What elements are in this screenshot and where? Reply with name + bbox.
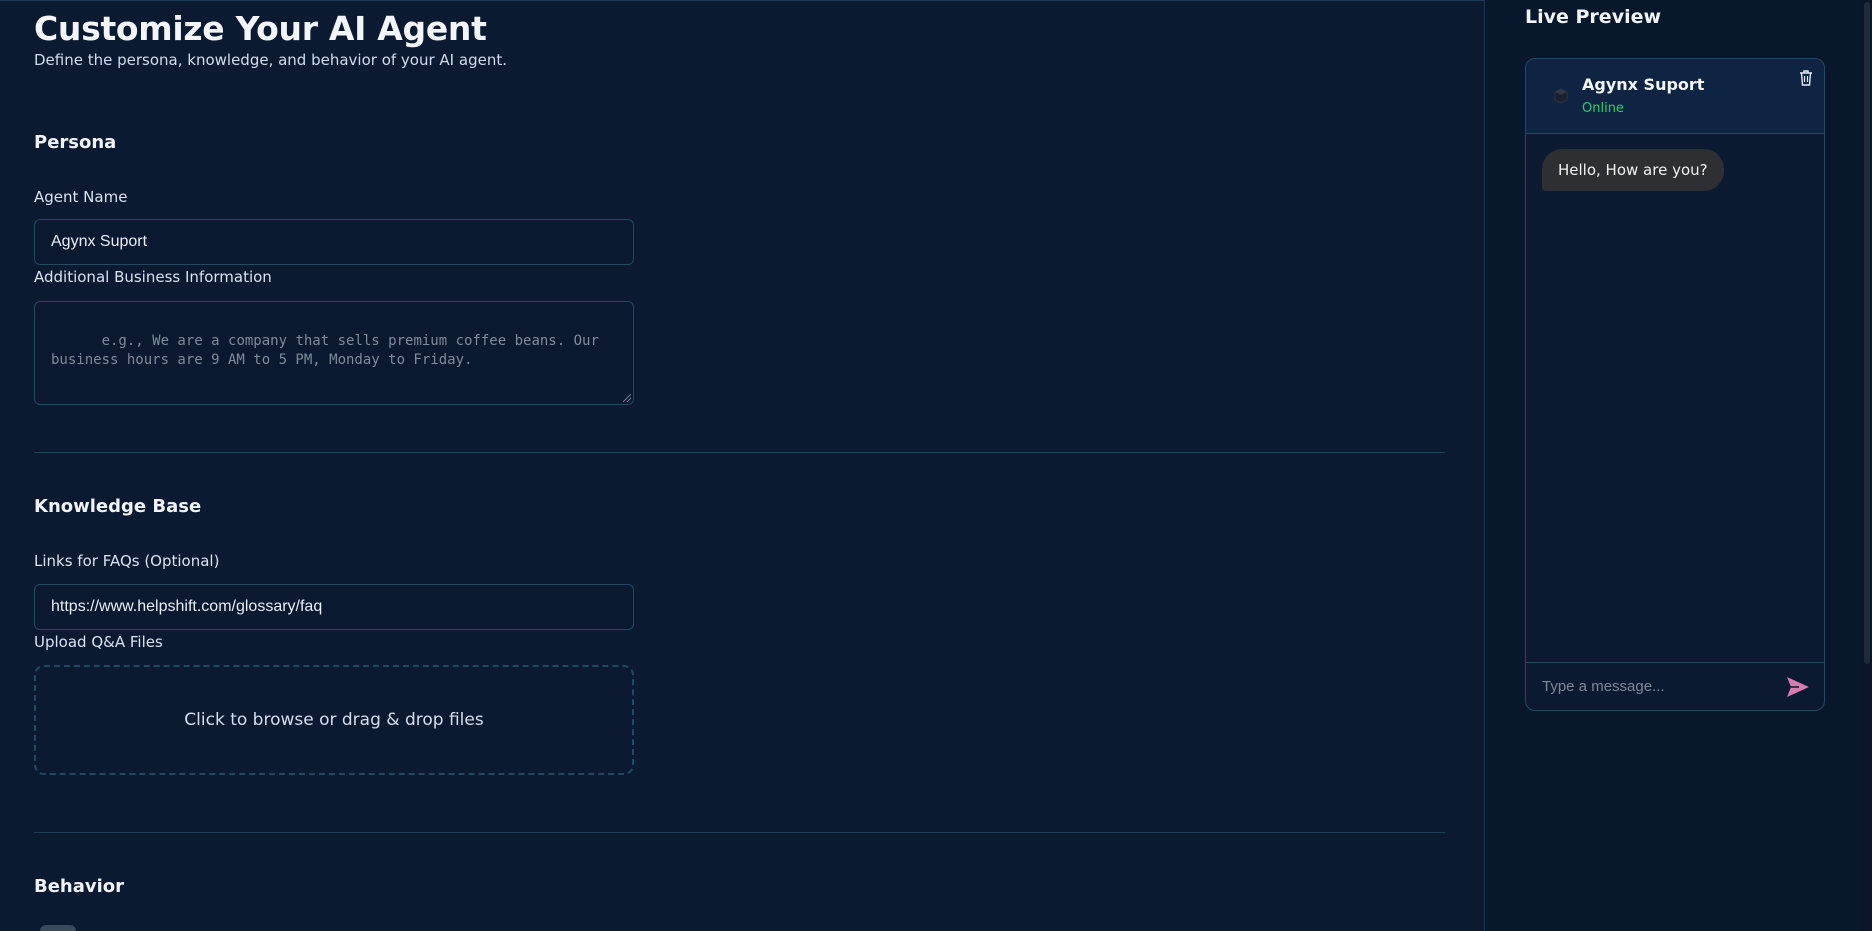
agent-name-input[interactable]: Agynx Suport xyxy=(34,219,634,265)
upload-label: Upload Q&A Files xyxy=(34,633,163,651)
dropzone-text: Click to browse or drag & drop files xyxy=(184,710,484,730)
business-info-label: Additional Business Information xyxy=(34,268,272,286)
agent-name-value: Agynx Suport xyxy=(51,233,148,250)
agent-name-label: Agent Name xyxy=(34,188,128,206)
preview-panel: Live Preview Agynx Suport Online Hello, … xyxy=(1485,0,1872,931)
page-subtitle: Define the persona, knowledge, and behav… xyxy=(34,51,507,69)
upload-dropzone[interactable]: Click to browse or drag & drop files xyxy=(34,665,634,775)
behavior-section-title: Behavior xyxy=(34,876,125,897)
chat-agent-name: Agynx Suport xyxy=(1582,75,1705,94)
resize-handle-icon[interactable] xyxy=(623,394,631,402)
behavior-toggle[interactable] xyxy=(40,925,76,931)
app: Customize Your AI Agent Define the perso… xyxy=(0,0,1872,931)
chat-status: Online xyxy=(1582,101,1624,116)
trash-icon[interactable] xyxy=(1798,69,1814,87)
business-info-placeholder: e.g., We are a company that sells premiu… xyxy=(51,333,599,368)
faq-links-label: Links for FAQs (Optional) xyxy=(34,552,220,570)
customize-panel: Customize Your AI Agent Define the perso… xyxy=(0,0,1485,931)
persona-section-title: Persona xyxy=(34,132,117,153)
scrollbar-thumb[interactable] xyxy=(1864,2,1870,664)
section-divider xyxy=(34,832,1445,833)
send-icon[interactable] xyxy=(1786,676,1810,698)
business-info-textarea[interactable]: e.g., We are a company that sells premiu… xyxy=(34,301,634,405)
knowledge-section-title: Knowledge Base xyxy=(34,496,202,517)
preview-title: Live Preview xyxy=(1525,6,1662,28)
chat-input-row: Type a message... xyxy=(1526,662,1824,710)
top-border xyxy=(0,0,1484,1)
chat-header: Agynx Suport Online xyxy=(1526,59,1824,134)
section-divider xyxy=(34,452,1445,453)
chat-message-input[interactable]: Type a message... xyxy=(1542,678,1786,695)
page-scrollbar[interactable] xyxy=(1862,0,1872,931)
chat-messages: Hello, How are you? xyxy=(1526,134,1824,662)
faq-links-value: https://www.helpshift.com/glossary/faq xyxy=(51,598,323,615)
page-title: Customize Your AI Agent xyxy=(34,9,487,48)
bot-avatar-icon xyxy=(1554,88,1568,104)
agent-message-bubble: Hello, How are you? xyxy=(1542,149,1724,191)
faq-links-input[interactable]: https://www.helpshift.com/glossary/faq xyxy=(34,584,634,630)
chat-widget: Agynx Suport Online Hello, How are you? … xyxy=(1525,58,1825,711)
